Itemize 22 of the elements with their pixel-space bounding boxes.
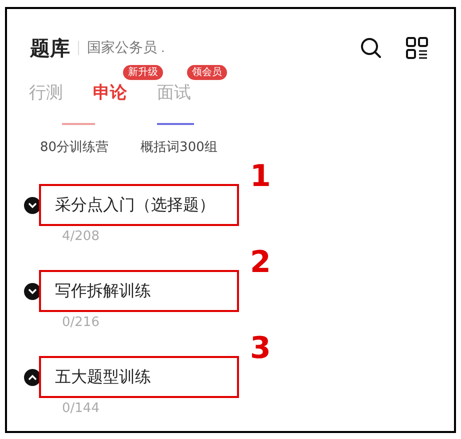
category-link[interactable]: 概括词300组 xyxy=(140,141,218,154)
chevron-down-icon[interactable] xyxy=(24,196,41,214)
section-title[interactable]: 五大题型训练 xyxy=(55,369,151,385)
annotation-number: 2 xyxy=(250,248,271,278)
search-icon[interactable] xyxy=(360,37,382,59)
annotation-number: 1 xyxy=(250,162,271,192)
annotation-number: 3 xyxy=(250,334,271,364)
exam-selector[interactable]: 国家公务员 xyxy=(87,41,157,55)
progress-count: 4/208 xyxy=(62,230,100,243)
section-title[interactable]: 写作拆解训练 xyxy=(55,283,151,299)
chevron-up-icon[interactable] xyxy=(24,368,41,386)
progress-count: 0/144 xyxy=(62,402,100,415)
tab-badge: 新升级 xyxy=(123,65,163,80)
category-link[interactable]: 80分训练营 xyxy=(40,141,109,154)
grid-menu-icon[interactable] xyxy=(406,37,428,59)
tab[interactable]: 申论 xyxy=(93,85,127,102)
section-title[interactable]: 采分点入门（选择题） xyxy=(55,197,215,213)
progress-count: 0/216 xyxy=(62,316,100,329)
chevron-down-icon[interactable] xyxy=(24,282,41,300)
page-title: 题库 xyxy=(30,38,70,58)
tab-badge: 领会员 xyxy=(187,65,227,80)
selector-mark: . xyxy=(161,42,165,54)
